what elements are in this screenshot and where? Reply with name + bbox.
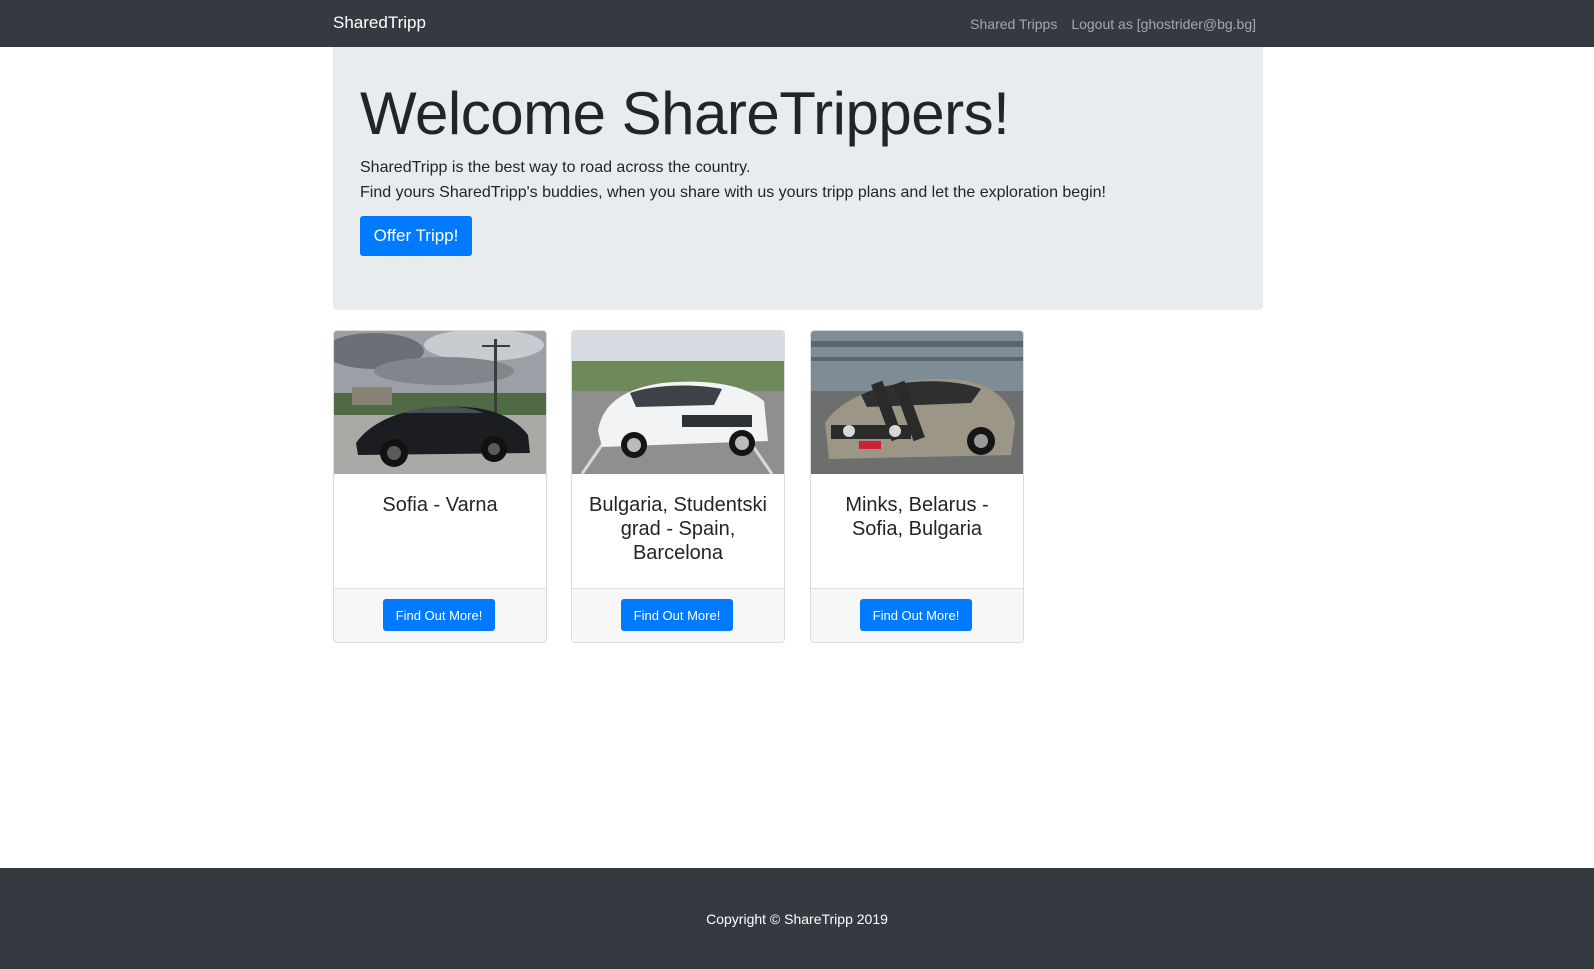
lead-text-2: Find yours SharedTripp's buddies, when y…: [360, 184, 1106, 201]
car-image[interactable]: [811, 331, 1023, 474]
car-image[interactable]: [572, 331, 784, 474]
trip-card: Minks, Belarus - Sofia, Bulgaria Find Ou…: [810, 330, 1024, 643]
find-out-more-button[interactable]: Find Out More!: [383, 599, 495, 631]
trip-card: Sofia - Varna Find Out More!: [333, 330, 547, 643]
jumbotron: Welcome ShareTrippers! SharedTripp is th…: [333, 47, 1263, 310]
trip-route-title: Sofia - Varna: [382, 494, 498, 516]
navbar: SharedTripp Shared Tripps Logout as [gho…: [0, 0, 1594, 47]
footer: Copyright © ShareTripp 2019: [0, 868, 1594, 969]
nav-link-shared-tripps[interactable]: Shared Tripps: [970, 16, 1057, 32]
offer-tripp-button[interactable]: Offer Tripp!: [360, 216, 472, 256]
brand-link[interactable]: SharedTripp: [333, 13, 426, 33]
trip-route-title: Bulgaria, Studentski grad - Spain, Barce…: [589, 494, 767, 564]
page-title: Welcome ShareTrippers!: [360, 80, 1010, 147]
nav-link-logout[interactable]: Logout as [ghostrider@bg.bg]: [1071, 16, 1256, 32]
trip-route-title: Minks, Belarus - Sofia, Bulgaria: [845, 494, 989, 540]
copyright-text: Copyright © ShareTripp 2019: [706, 911, 888, 927]
car-image[interactable]: [334, 331, 546, 474]
find-out-more-button[interactable]: Find Out More!: [621, 599, 733, 631]
card-footer: Find Out More!: [811, 588, 1023, 642]
find-out-more-button[interactable]: Find Out More!: [860, 599, 972, 631]
card-footer: Find Out More!: [572, 588, 784, 642]
trip-card: Bulgaria, Studentski grad - Spain, Barce…: [571, 330, 785, 643]
lead-text-1: SharedTripp is the best way to road acro…: [360, 159, 751, 176]
nav-links: Shared Tripps Logout as [ghostrider@bg.b…: [970, 16, 1256, 32]
card-footer: Find Out More!: [334, 588, 546, 642]
